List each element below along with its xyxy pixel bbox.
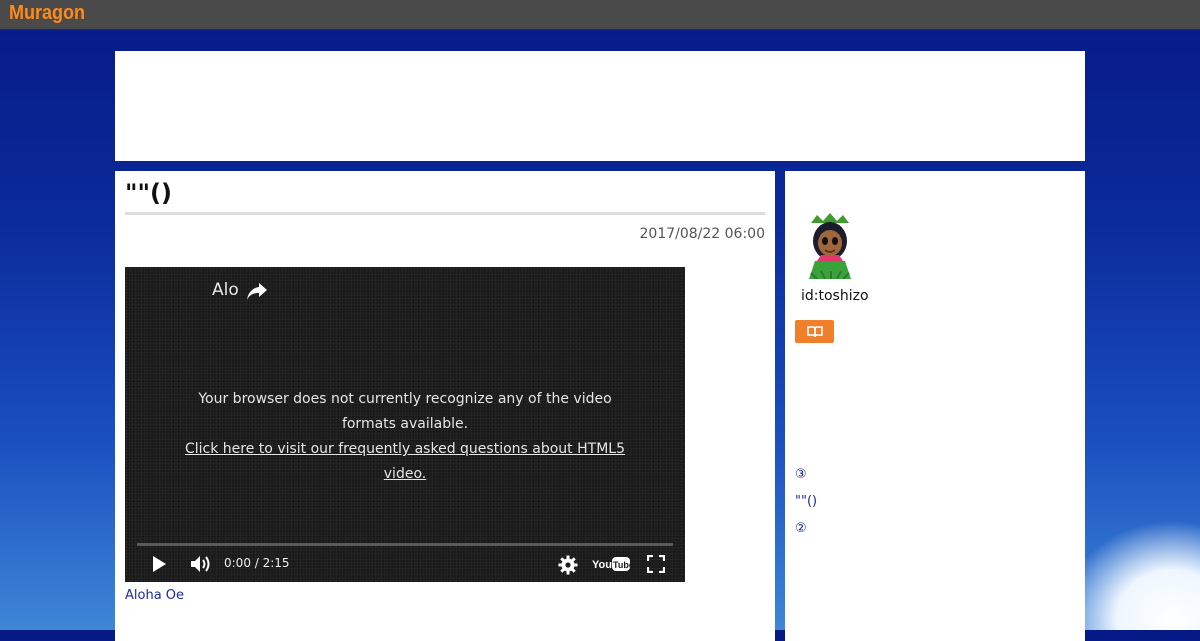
article-panel: ""() 2017/08/22 06:00 Alo Your browser d… [115,171,775,641]
video-time: 0:00 / 2:15 [224,556,290,570]
video-progress-bar[interactable] [137,543,673,546]
recent-post-link[interactable]: ""() [795,492,817,519]
article-date: 2017/08/22 06:00 [639,226,766,242]
article-title: ""() [125,179,172,207]
reader-button[interactable] [795,320,834,343]
video-player[interactable]: Alo Your browser does not currently reco… [125,267,685,582]
recent-post-link[interactable]: ③ [795,465,817,492]
book-icon [806,325,823,337]
recent-post-link[interactable]: ② [795,519,817,546]
sidebar: id:toshizo ③ ""() ② [785,171,1085,641]
svg-text:You: You [592,559,612,571]
recent-posts-list: ③ ""() ② [795,465,817,546]
play-icon[interactable] [151,555,167,573]
title-divider [125,212,765,215]
settings-gear-icon[interactable] [558,555,578,575]
site-logo[interactable]: Muragon [9,2,85,25]
svg-text:Tube: Tube [613,560,630,570]
video-error-message: Your browser does not currently recogniz… [185,387,625,487]
top-bar: Muragon [0,0,1200,30]
youtube-logo-icon[interactable]: You Tube [592,555,630,573]
video-error-text: Your browser does not currently recogniz… [198,391,612,432]
avatar[interactable] [801,213,859,279]
html5-faq-link[interactable]: Click here to visit our frequently asked… [185,437,625,487]
video-caption[interactable]: Aloha Oe [125,588,184,603]
share-icon[interactable] [245,281,269,301]
fullscreen-icon[interactable] [647,555,665,573]
header-banner [115,51,1085,161]
user-id[interactable]: id:toshizo [801,288,869,304]
volume-icon[interactable] [190,555,212,573]
video-title[interactable]: Alo [212,280,239,300]
